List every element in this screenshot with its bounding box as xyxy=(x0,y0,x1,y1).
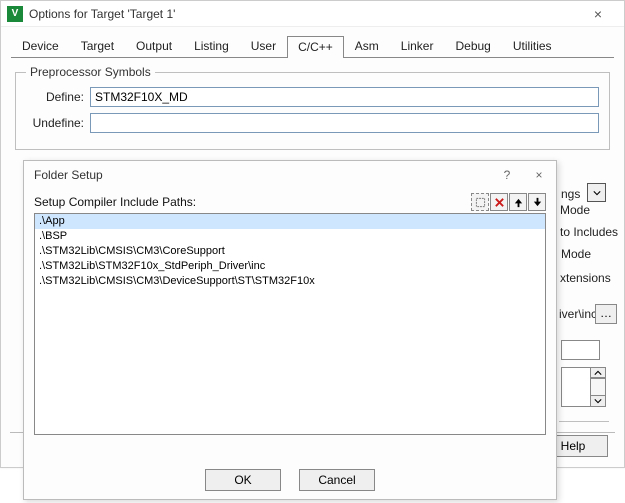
dialog-buttons: OK Cancel xyxy=(24,469,556,491)
list-item[interactable]: .\App xyxy=(35,214,545,229)
new-path-button[interactable] xyxy=(471,193,489,211)
arrow-up-icon[interactable] xyxy=(590,367,606,378)
undefine-label: Undefine: xyxy=(26,116,84,130)
groupbox-border-fragment xyxy=(559,421,609,422)
close-icon[interactable]: × xyxy=(532,168,546,182)
tab-strip: Device Target Output Listing User C/C++ … xyxy=(11,35,614,57)
ok-button[interactable]: OK xyxy=(205,469,281,491)
arrow-up-icon xyxy=(513,197,524,208)
new-icon xyxy=(475,197,486,208)
tab-debug[interactable]: Debug xyxy=(444,35,501,57)
browse-button[interactable]: … xyxy=(595,304,617,324)
move-down-button[interactable] xyxy=(528,193,546,211)
list-item[interactable]: .\BSP xyxy=(35,229,545,244)
list-item[interactable]: .\STM32Lib\STM32F10x_StdPeriph_Driver\in… xyxy=(35,259,545,274)
preprocessor-legend: Preprocessor Symbols xyxy=(26,65,155,79)
tab-target[interactable]: Target xyxy=(70,35,125,57)
paths-toolbar xyxy=(471,193,546,211)
tab-output[interactable]: Output xyxy=(125,35,183,57)
scroll-track xyxy=(590,378,606,396)
delete-icon xyxy=(494,197,505,208)
app-icon: V xyxy=(7,6,23,22)
define-label: Define: xyxy=(26,90,84,104)
arrow-down-icon[interactable] xyxy=(590,396,606,407)
help-icon[interactable]: ? xyxy=(500,168,514,182)
list-item[interactable]: .\STM32Lib\CMSIS\CM3\DeviceSupport\ST\ST… xyxy=(35,274,545,289)
preprocessor-groupbox: Preprocessor Symbols Define: Undefine: xyxy=(15,72,610,150)
include-paths-list[interactable]: .\App .\BSP .\STM32Lib\CMSIS\CM3\CoreSup… xyxy=(34,213,546,435)
fragment-to-includes: to Includes xyxy=(560,225,618,239)
chevron-down-icon xyxy=(593,189,601,197)
tab-listing[interactable]: Listing xyxy=(183,35,240,57)
fragment-extensions: xtensions xyxy=(560,271,611,285)
options-titlebar: V Options for Target 'Target 1' × xyxy=(1,1,624,27)
scroll-spinner[interactable] xyxy=(590,367,606,407)
move-up-button[interactable] xyxy=(509,193,527,211)
tab-user[interactable]: User xyxy=(240,35,287,57)
close-icon[interactable]: × xyxy=(578,6,618,22)
tab-asm[interactable]: Asm xyxy=(344,35,390,57)
folder-title: Folder Setup xyxy=(34,168,103,182)
cancel-button[interactable]: Cancel xyxy=(299,469,375,491)
delete-path-button[interactable] xyxy=(490,193,508,211)
paths-label: Setup Compiler Include Paths: xyxy=(34,195,196,209)
list-item[interactable]: .\STM32Lib\CMSIS\CM3\CoreSupport xyxy=(35,244,545,259)
dropdown-button[interactable] xyxy=(587,183,606,202)
fragment-mode2: Mode xyxy=(561,247,591,261)
partial-listbox xyxy=(561,367,590,407)
tab-c-cpp[interactable]: C/C++ xyxy=(287,36,344,58)
fragment-ngs: ngs xyxy=(561,187,580,201)
window-title: Options for Target 'Target 1' xyxy=(29,7,175,21)
tab-device[interactable]: Device xyxy=(11,35,70,57)
partial-textbox[interactable] xyxy=(561,340,600,360)
folder-titlebar: Folder Setup ? × xyxy=(24,161,556,189)
fragment-mode1: Mode xyxy=(560,203,590,217)
define-input[interactable] xyxy=(90,87,599,107)
tab-linker[interactable]: Linker xyxy=(390,35,445,57)
tab-utilities[interactable]: Utilities xyxy=(502,35,563,57)
arrow-down-icon xyxy=(532,197,543,208)
undefine-input[interactable] xyxy=(90,113,599,133)
fragment-iver-inc: iver\inc xyxy=(559,307,597,321)
folder-setup-dialog: Folder Setup ? × Setup Compiler Include … xyxy=(23,160,557,500)
paths-label-row: Setup Compiler Include Paths: xyxy=(34,193,546,211)
